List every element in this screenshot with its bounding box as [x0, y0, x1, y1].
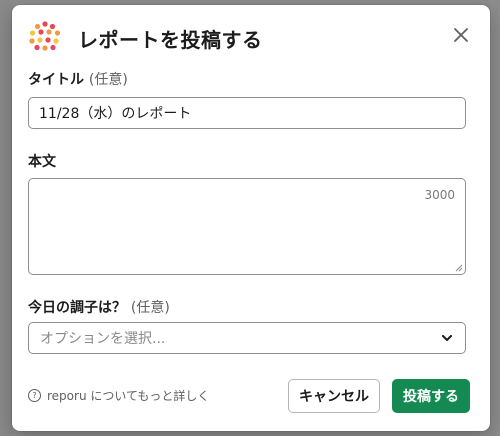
title-optional-text: (任意)	[88, 72, 128, 88]
title-field-label: タイトル (任意)	[28, 69, 128, 89]
help-link[interactable]: ? reporu についてもっと詳しく	[28, 387, 209, 404]
question-circle-icon: ?	[28, 389, 41, 402]
title-label-text: タイトル	[28, 72, 84, 88]
resize-handle-icon[interactable]	[455, 264, 463, 272]
title-input[interactable]	[28, 97, 466, 129]
modal-title: レポートを投稿する	[78, 28, 263, 52]
close-button[interactable]	[448, 22, 474, 48]
cancel-button[interactable]: キャンセル	[288, 379, 380, 413]
body-char-counter: 3000	[424, 188, 455, 202]
background-app	[0, 0, 12, 436]
mood-select-placeholder: オプションを選択...	[40, 331, 166, 347]
post-report-modal: レポートを投稿する タイトル (任意) 本文 3000 今日の調子は？ (任意)…	[12, 5, 490, 431]
body-textarea[interactable]: 3000	[28, 178, 466, 275]
submit-button[interactable]: 投稿する	[392, 379, 470, 413]
mood-optional-text: (任意)	[130, 300, 170, 316]
body-field-label: 本文	[28, 154, 56, 170]
close-icon	[454, 28, 468, 42]
chevron-down-icon	[437, 334, 457, 342]
mood-label-text: 今日の調子は？	[28, 300, 126, 316]
reporu-logo-icon	[29, 21, 61, 51]
mood-select[interactable]: オプションを選択...	[28, 322, 466, 354]
help-link-text: reporu についてもっと詳しく	[47, 389, 210, 403]
mood-field-label: 今日の調子は？ (任意)	[28, 297, 170, 317]
